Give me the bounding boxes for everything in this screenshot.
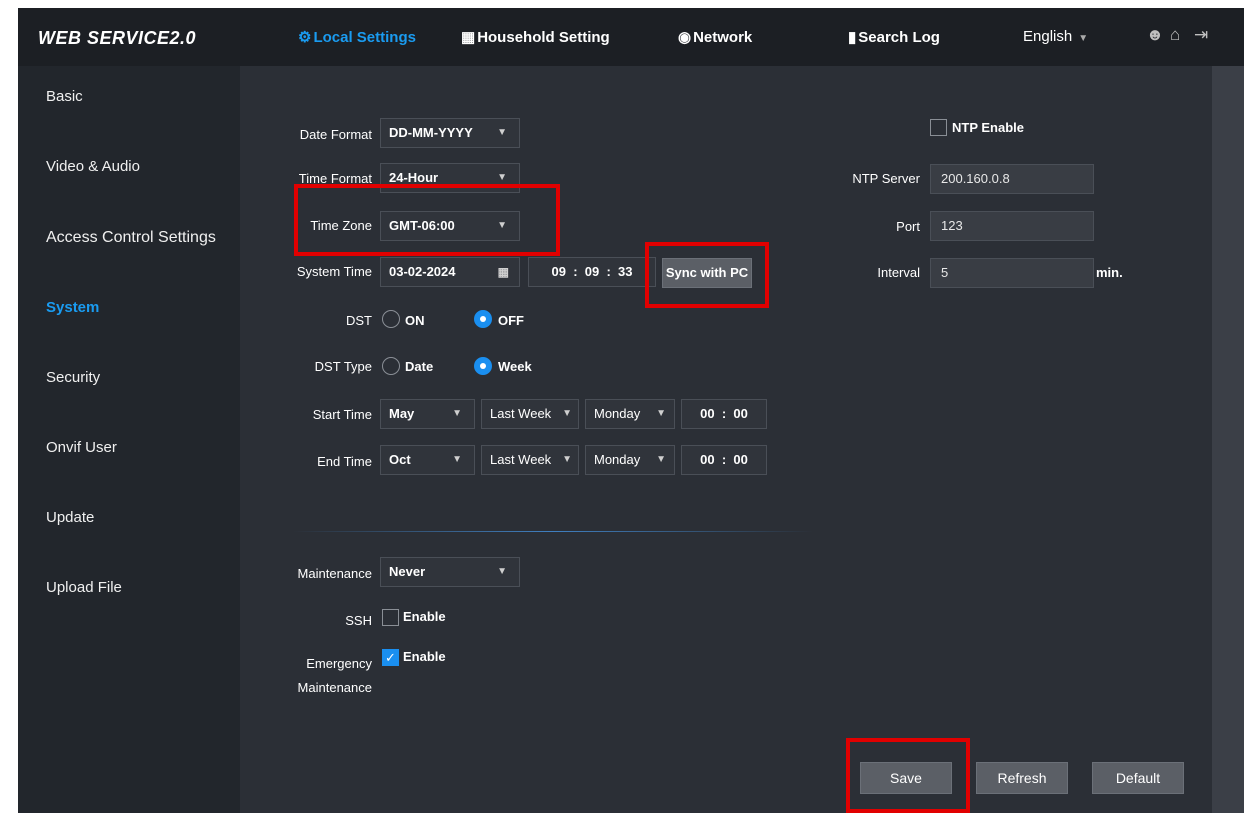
sidebar: Basic Video & Audio Access Control Setti… (18, 66, 240, 813)
dst-type-date-radio[interactable] (382, 357, 400, 375)
emergency-enable-label: Enable (403, 649, 446, 664)
time-format-select[interactable]: 24-Hour ▼ (380, 163, 520, 193)
dst-on-radio[interactable] (382, 310, 400, 328)
globe-icon: ◉ (678, 29, 692, 46)
calendar-icon[interactable]: ▦ (498, 258, 509, 286)
end-week-select[interactable]: Last Week ▼ (481, 445, 579, 475)
sidebar-item-access-control-settings[interactable]: Access Control Settings (46, 229, 216, 247)
ssh-enable-checkbox[interactable] (382, 609, 399, 626)
logout-icon[interactable]: ⇥ (1194, 25, 1208, 45)
sidebar-item-upload-file[interactable]: Upload File (46, 579, 122, 596)
maintenance-label: Maintenance (297, 566, 372, 581)
emergency-label: Emergency (306, 656, 372, 671)
sidebar-item-basic[interactable]: Basic (46, 88, 83, 105)
ntp-server-input[interactable]: 200.160.0.8 (930, 164, 1094, 194)
checkmark-icon: ✓ (385, 650, 396, 665)
maintenance-select[interactable]: Never ▼ (380, 557, 520, 587)
port-input[interactable]: 123 (930, 211, 1094, 241)
system-date-input[interactable]: 03-02-2024 ▦ (380, 257, 520, 287)
end-time-input[interactable]: 00 : 00 (681, 445, 767, 475)
dropdown-arrow-icon: ▼ (497, 172, 507, 183)
sync-with-pc-button[interactable]: Sync with PC (662, 258, 752, 288)
ntp-enable-label: NTP Enable (952, 120, 1025, 135)
home-icon[interactable]: ⌂ (1170, 25, 1180, 45)
language-dropdown[interactable]: English ▼ (1023, 28, 1088, 45)
top-navigation-bar: WEB SERVICE2.0 ⚙ Local Settings ▦ Househol… (18, 8, 1244, 66)
nav-search-log[interactable]: ▮ Search Log (848, 28, 940, 46)
dst-label: DST (346, 313, 372, 328)
time-zone-select[interactable]: GMT-06:00 ▼ (380, 211, 520, 241)
date-format-label: Date Format (299, 127, 372, 142)
dropdown-arrow-icon: ▼ (656, 454, 666, 465)
nav-local-settings[interactable]: ⚙ Local Settings (298, 28, 416, 46)
dropdown-arrow-icon: ▼ (562, 454, 572, 465)
end-day-select[interactable]: Monday ▼ (585, 445, 675, 475)
time-zone-label: Time Zone (310, 218, 372, 233)
dropdown-arrow-icon: ▼ (497, 127, 507, 138)
section-divider (293, 531, 813, 532)
system-time-input[interactable]: 09 : 09 : 33 (528, 257, 656, 287)
start-day-select[interactable]: Monday ▼ (585, 399, 675, 429)
dst-off-radio[interactable] (474, 310, 492, 328)
emergency-enable-checkbox[interactable]: ✓ (382, 649, 399, 666)
dropdown-arrow-icon: ▼ (497, 566, 507, 577)
sidebar-item-video-audio[interactable]: Video & Audio (46, 158, 140, 175)
nav-household-setting[interactable]: ▦ Household Setting (461, 28, 610, 46)
start-time-input[interactable]: 00 : 00 (681, 399, 767, 429)
document-icon: ▮ (848, 29, 857, 46)
sidebar-item-update[interactable]: Update (46, 509, 94, 526)
gear-icon: ⚙ (298, 29, 312, 46)
save-button[interactable]: Save (860, 762, 952, 794)
end-month-select[interactable]: Oct ▼ (380, 445, 475, 475)
port-label: Port (896, 219, 920, 234)
interval-unit-label: min. (1096, 265, 1123, 280)
chevron-down-icon: ▼ (1078, 33, 1089, 44)
date-format-select[interactable]: DD-MM-YYYY ▼ (380, 118, 520, 148)
dropdown-arrow-icon: ▼ (452, 408, 462, 419)
sidebar-item-security[interactable]: Security (46, 369, 100, 386)
ssh-label: SSH (345, 613, 372, 628)
refresh-button[interactable]: Refresh (976, 762, 1068, 794)
emergency-maintenance-label: Maintenance (297, 680, 372, 695)
user-icon[interactable]: ☻ (1146, 25, 1164, 45)
system-time-label: System Time (296, 264, 372, 279)
brand-logo: WEB SERVICE2.0 (38, 28, 197, 48)
dst-type-date-label: Date (405, 359, 434, 374)
dst-on-label: ON (405, 313, 425, 328)
end-time-label: End Time (317, 454, 372, 469)
interval-input[interactable]: 5 (930, 258, 1094, 288)
default-button[interactable]: Default (1092, 762, 1184, 794)
dst-type-week-radio[interactable] (474, 357, 492, 375)
dst-type-week-label: Week (498, 359, 532, 374)
dropdown-arrow-icon: ▼ (497, 220, 507, 231)
dst-type-label: DST Type (314, 359, 372, 374)
ssh-enable-label: Enable (403, 609, 446, 624)
start-month-select[interactable]: May ▼ (380, 399, 475, 429)
nav-network[interactable]: ◉ Network (678, 28, 752, 46)
dropdown-arrow-icon: ▼ (452, 454, 462, 465)
start-time-label: Start Time (312, 407, 372, 422)
ntp-server-label: NTP Server (852, 171, 920, 186)
dropdown-arrow-icon: ▼ (656, 408, 666, 419)
interval-label: Interval (877, 265, 920, 280)
sidebar-item-system[interactable]: System (46, 299, 99, 316)
start-week-select[interactable]: Last Week ▼ (481, 399, 579, 429)
time-format-label: Time Format (298, 171, 372, 186)
dropdown-arrow-icon: ▼ (562, 408, 572, 419)
app-window: WEB SERVICE2.0 ⚙ Local Settings ▦ Househol… (18, 8, 1244, 813)
sidebar-item-onvif-user[interactable]: Onvif User (46, 439, 117, 456)
dst-off-label: OFF (498, 313, 524, 328)
building-icon: ▦ (461, 29, 476, 46)
scrollbar[interactable] (1212, 66, 1244, 813)
ntp-enable-checkbox[interactable] (930, 119, 947, 136)
